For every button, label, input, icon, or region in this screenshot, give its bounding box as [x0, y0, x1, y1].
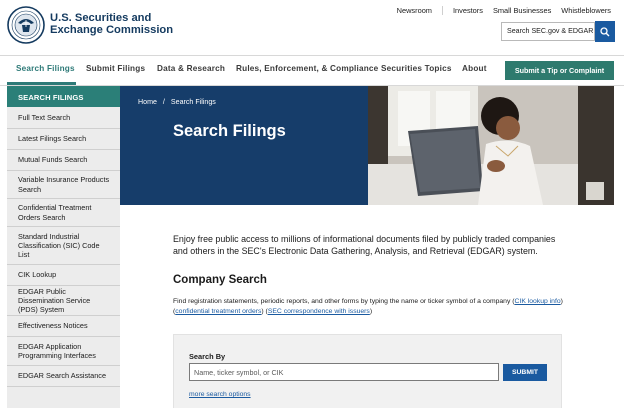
- company-search-heading: Company Search: [173, 274, 267, 286]
- site-search-button[interactable]: [595, 21, 615, 42]
- nav-active-indicator: [7, 82, 76, 85]
- search-by-label: Search By: [189, 352, 226, 361]
- utility-link-investors[interactable]: Investors: [453, 6, 483, 15]
- utility-link-whistleblowers[interactable]: Whistleblowers: [561, 6, 611, 15]
- company-search-input[interactable]: Name, ticker symbol, or CIK: [189, 363, 499, 381]
- company-search-panel: Search By Name, ticker symbol, or CIK SU…: [173, 334, 562, 408]
- utility-link-small-businesses[interactable]: Small Businesses: [493, 6, 551, 15]
- nav-search-filings[interactable]: Search Filings: [16, 64, 75, 73]
- company-search-description: Find registration statements, periodic r…: [173, 298, 563, 316]
- site-header: U.S. Securities and Exchange Commission …: [0, 0, 624, 56]
- hero-banner: Home / Search Filings Search Filings: [120, 86, 368, 205]
- nav-data-research[interactable]: Data & Research: [157, 64, 225, 73]
- sidebar-item-sic-code-list[interactable]: Standard Industrial Classification (SIC)…: [7, 227, 120, 265]
- utility-divider: [441, 6, 443, 15]
- sidebar-item-label: CIK Lookup: [18, 270, 57, 280]
- utility-links: Newsroom Investors Small Businesses Whis…: [387, 6, 611, 15]
- sidebar-item-edgar-apis[interactable]: EDGAR Application Programming Interfaces: [7, 337, 120, 366]
- sidebar-item-label: EDGAR Search Assistance: [18, 371, 107, 381]
- sidebar-item-label: EDGAR Public Dissemination Service (PDS)…: [18, 286, 91, 315]
- sidebar-item-label: Latest Filings Search: [18, 134, 87, 144]
- hero-photo: [368, 86, 614, 205]
- sidebar-item-edgar-pds[interactable]: EDGAR Public Dissemination Service (PDS)…: [7, 286, 120, 316]
- page-title: Search Filings: [173, 122, 286, 140]
- search-icon: [600, 26, 610, 36]
- agency-name-line2: Exchange Commission: [50, 23, 174, 36]
- agency-name[interactable]: U.S. Securities and Exchange Commission: [50, 12, 174, 36]
- sidebar-item-full-text-search[interactable]: Full Text Search: [7, 107, 120, 129]
- cik-lookup-link[interactable]: CIK lookup info: [515, 298, 561, 305]
- description-text: Find registration statements, periodic r…: [173, 298, 511, 305]
- nav-rules-enforcement[interactable]: Rules, Enforcement, & Compliance: [236, 64, 378, 73]
- nav-securities-topics[interactable]: Securities Topics: [381, 64, 452, 73]
- sidebar-item-label: Full Text Search: [18, 112, 71, 122]
- sidebar-item-confidential-treatment[interactable]: Confidential Treatment Orders Search: [7, 199, 120, 227]
- sidebar-item-effectiveness-notices[interactable]: Effectiveness Notices: [7, 316, 120, 337]
- more-search-options-link[interactable]: more search options: [189, 391, 251, 398]
- sec-correspondence-link[interactable]: SEC correspondence with issuers: [268, 308, 370, 315]
- utility-link-newsroom[interactable]: Newsroom: [397, 6, 432, 15]
- site-search-input[interactable]: Search SEC.gov & EDGAR: [501, 22, 595, 41]
- sidebar-item-edgar-search-assistance[interactable]: EDGAR Search Assistance: [7, 366, 120, 387]
- sidebar-item-mutual-funds[interactable]: Mutual Funds Search: [7, 150, 120, 171]
- sidebar-item-latest-filings[interactable]: Latest Filings Search: [7, 129, 120, 150]
- sidebar-item-cik-lookup[interactable]: CIK Lookup: [7, 265, 120, 286]
- confidential-treatment-link[interactable]: confidential treatment orders: [175, 308, 261, 315]
- sidebar-item-label: Confidential Treatment Orders Search: [18, 203, 92, 222]
- sidebar-item-label: EDGAR Application Programming Interfaces: [18, 341, 96, 360]
- nav-about[interactable]: About: [462, 64, 487, 73]
- breadcrumb: Home / Search Filings: [138, 98, 216, 106]
- breadcrumb-separator: /: [162, 98, 165, 106]
- sidebar-item-label: Standard Industrial Classification (SIC)…: [18, 231, 100, 260]
- submit-button[interactable]: SUBMIT: [503, 364, 547, 381]
- breadcrumb-current: Search Filings: [170, 98, 216, 106]
- sidebar: SEARCH FILINGS Full Text Search Latest F…: [7, 86, 120, 408]
- sidebar-item-variable-insurance[interactable]: Variable Insurance Products Search: [7, 171, 120, 199]
- sidebar-item-label: Effectiveness Notices: [18, 321, 88, 331]
- sidebar-item-label: Variable Insurance Products Search: [18, 175, 110, 194]
- breadcrumb-home[interactable]: Home: [138, 98, 157, 106]
- intro-text: Enjoy free public access to millions of …: [173, 234, 556, 256]
- nav-submit-filings[interactable]: Submit Filings: [86, 64, 145, 73]
- sidebar-item-label: Mutual Funds Search: [18, 155, 88, 165]
- submit-tip-button[interactable]: Submit a Tip or Complaint: [505, 61, 614, 80]
- agency-name-line1: U.S. Securities and: [50, 12, 152, 24]
- sidebar-heading[interactable]: SEARCH FILINGS: [7, 86, 120, 107]
- sec-seal-logo[interactable]: [7, 6, 45, 44]
